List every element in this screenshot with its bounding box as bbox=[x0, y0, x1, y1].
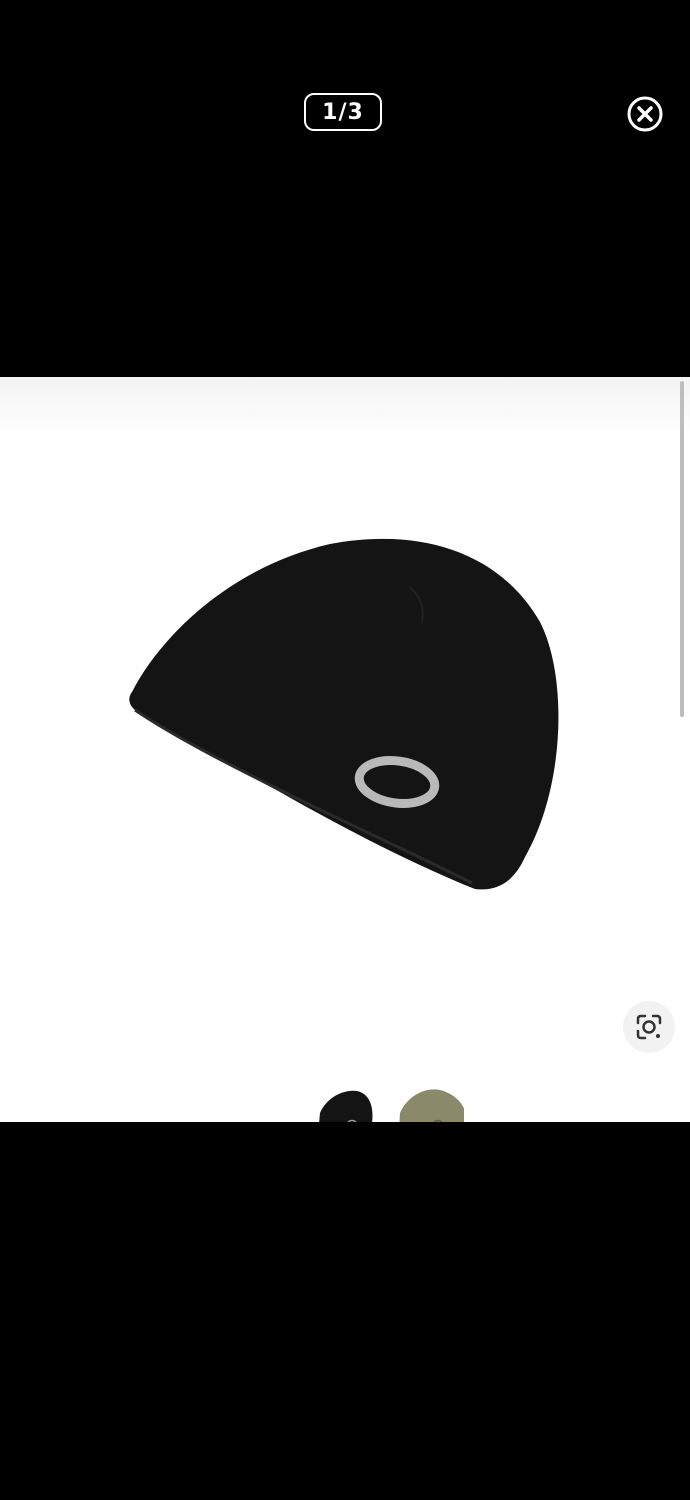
visual-search-button[interactable] bbox=[623, 1001, 675, 1053]
close-circle-icon bbox=[627, 96, 663, 132]
olive-beanie-thumbnail[interactable] bbox=[394, 1085, 464, 1122]
image-top-shadow bbox=[0, 377, 690, 437]
image-counter: 1/3 bbox=[304, 93, 382, 131]
product-image-panel[interactable] bbox=[0, 377, 690, 1122]
image-viewer: 1/3 bbox=[0, 0, 690, 1500]
black-beanie-image bbox=[129, 538, 559, 890]
black-beanie-thumbnail[interactable] bbox=[312, 1085, 382, 1122]
close-button[interactable] bbox=[626, 95, 664, 133]
image-scrollbar[interactable] bbox=[680, 381, 684, 717]
visual-search-icon bbox=[636, 1014, 662, 1040]
